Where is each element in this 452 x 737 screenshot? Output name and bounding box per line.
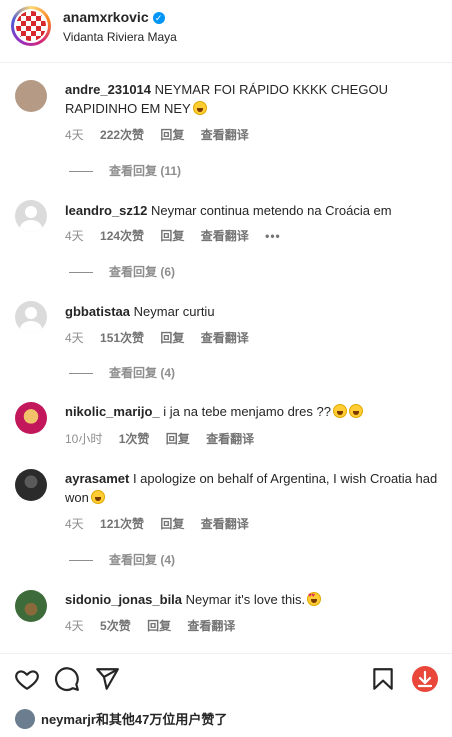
reply-button[interactable]: 回复 [160, 331, 184, 345]
heart-icon[interactable] [14, 666, 40, 692]
laughing-emoji-icon [90, 490, 105, 504]
post-action-bar [0, 653, 452, 706]
view-replies-button[interactable]: 查看回复 (4) [69, 364, 175, 381]
liked-by-summary[interactable]: neymarjr和其他47万位用户赞了 [15, 709, 227, 729]
reply-button[interactable]: 回复 [160, 229, 184, 243]
avatar[interactable] [15, 301, 47, 333]
post-location[interactable]: Vidanta Riviera Maya [63, 30, 177, 44]
replies-divider [69, 373, 93, 375]
like-count[interactable]: 1次赞 [119, 432, 150, 446]
comment-time: 4天 [65, 128, 84, 142]
replies-divider [69, 560, 93, 562]
share-icon[interactable] [94, 666, 120, 692]
comment-username[interactable]: sidonio_jonas_bila [65, 592, 182, 607]
translate-button[interactable]: 查看翻译 [201, 128, 249, 142]
like-count[interactable]: 5次赞 [100, 619, 131, 633]
reply-button[interactable]: 回复 [160, 517, 184, 531]
avatar[interactable] [15, 200, 47, 232]
view-replies-label: 查看回复 (4) [109, 553, 176, 567]
comment-text: Neymar curtiu [133, 304, 215, 319]
like-count[interactable]: 151次赞 [100, 331, 144, 345]
verified-badge-icon: ✓ [152, 12, 165, 24]
post-header: anamxrkovic ✓ Vidanta Riviera Maya [0, 0, 452, 63]
comment-time: 4天 [65, 619, 84, 633]
view-replies-button[interactable]: 查看回复 (4) [69, 551, 175, 568]
avatar[interactable] [15, 80, 47, 112]
translate-button[interactable]: 查看翻译 [201, 331, 249, 345]
view-replies-label: 查看回复 (11) [109, 164, 182, 178]
comment-time: 4天 [65, 331, 84, 345]
view-replies-button[interactable]: 查看回复 (11) [69, 162, 181, 179]
comment-username[interactable]: ayrasamet [65, 471, 129, 486]
laughing-emoji-icon [192, 101, 207, 115]
avatar[interactable] [15, 590, 47, 622]
like-count[interactable]: 121次赞 [100, 517, 144, 531]
post-author[interactable]: anamxrkovic ✓ [63, 9, 165, 25]
replies-divider [69, 171, 93, 173]
profile-avatar[interactable] [11, 6, 51, 46]
comment-icon[interactable] [54, 666, 80, 692]
like-count[interactable]: 124次赞 [100, 229, 144, 243]
view-replies-button[interactable]: 查看回复 (6) [69, 263, 175, 280]
heart-eyes-emoji-icon [307, 592, 322, 606]
laughing-emoji-icon [348, 404, 363, 418]
comment-username[interactable]: andre_231014 [65, 82, 151, 97]
comment-username[interactable]: leandro_sz12 [65, 203, 147, 218]
post-author-name[interactable]: anamxrkovic [63, 9, 149, 25]
bookmark-icon[interactable] [370, 666, 396, 692]
reply-button[interactable]: 回复 [166, 432, 190, 446]
liked-by-text: neymarjr和其他47万位用户赞了 [41, 712, 228, 727]
avatar[interactable] [15, 402, 47, 434]
view-replies-label: 查看回复 (6) [109, 265, 176, 279]
comment-text: Neymar continua metendo na Croácia em [151, 203, 392, 218]
comment-text: Neymar it's love this. [185, 592, 306, 607]
reply-button[interactable]: 回复 [160, 128, 184, 142]
replies-divider [69, 272, 93, 274]
comment-text: i ja na tebe menjamo dres ?? [163, 404, 331, 419]
laughing-emoji-icon [332, 404, 347, 418]
comment-time: 10小时 [65, 432, 103, 446]
translate-button[interactable]: 查看翻译 [187, 619, 235, 633]
comment-time: 4天 [65, 229, 84, 243]
translate-button[interactable]: 查看翻译 [201, 229, 249, 243]
download-icon[interactable] [412, 666, 438, 692]
like-count[interactable]: 222次赞 [100, 128, 144, 142]
reply-button[interactable]: 回复 [147, 619, 171, 633]
comment-username[interactable]: nikolic_marijo_ [65, 404, 160, 419]
liker-avatar[interactable] [15, 709, 35, 729]
translate-button[interactable]: 查看翻译 [206, 432, 254, 446]
more-options-icon[interactable]: ••• [265, 229, 281, 243]
translate-button[interactable]: 查看翻译 [201, 517, 249, 531]
avatar[interactable] [15, 469, 47, 501]
view-replies-label: 查看回复 (4) [109, 366, 176, 380]
comment-time: 4天 [65, 517, 84, 531]
comment-username[interactable]: gbbatistaa [65, 304, 130, 319]
